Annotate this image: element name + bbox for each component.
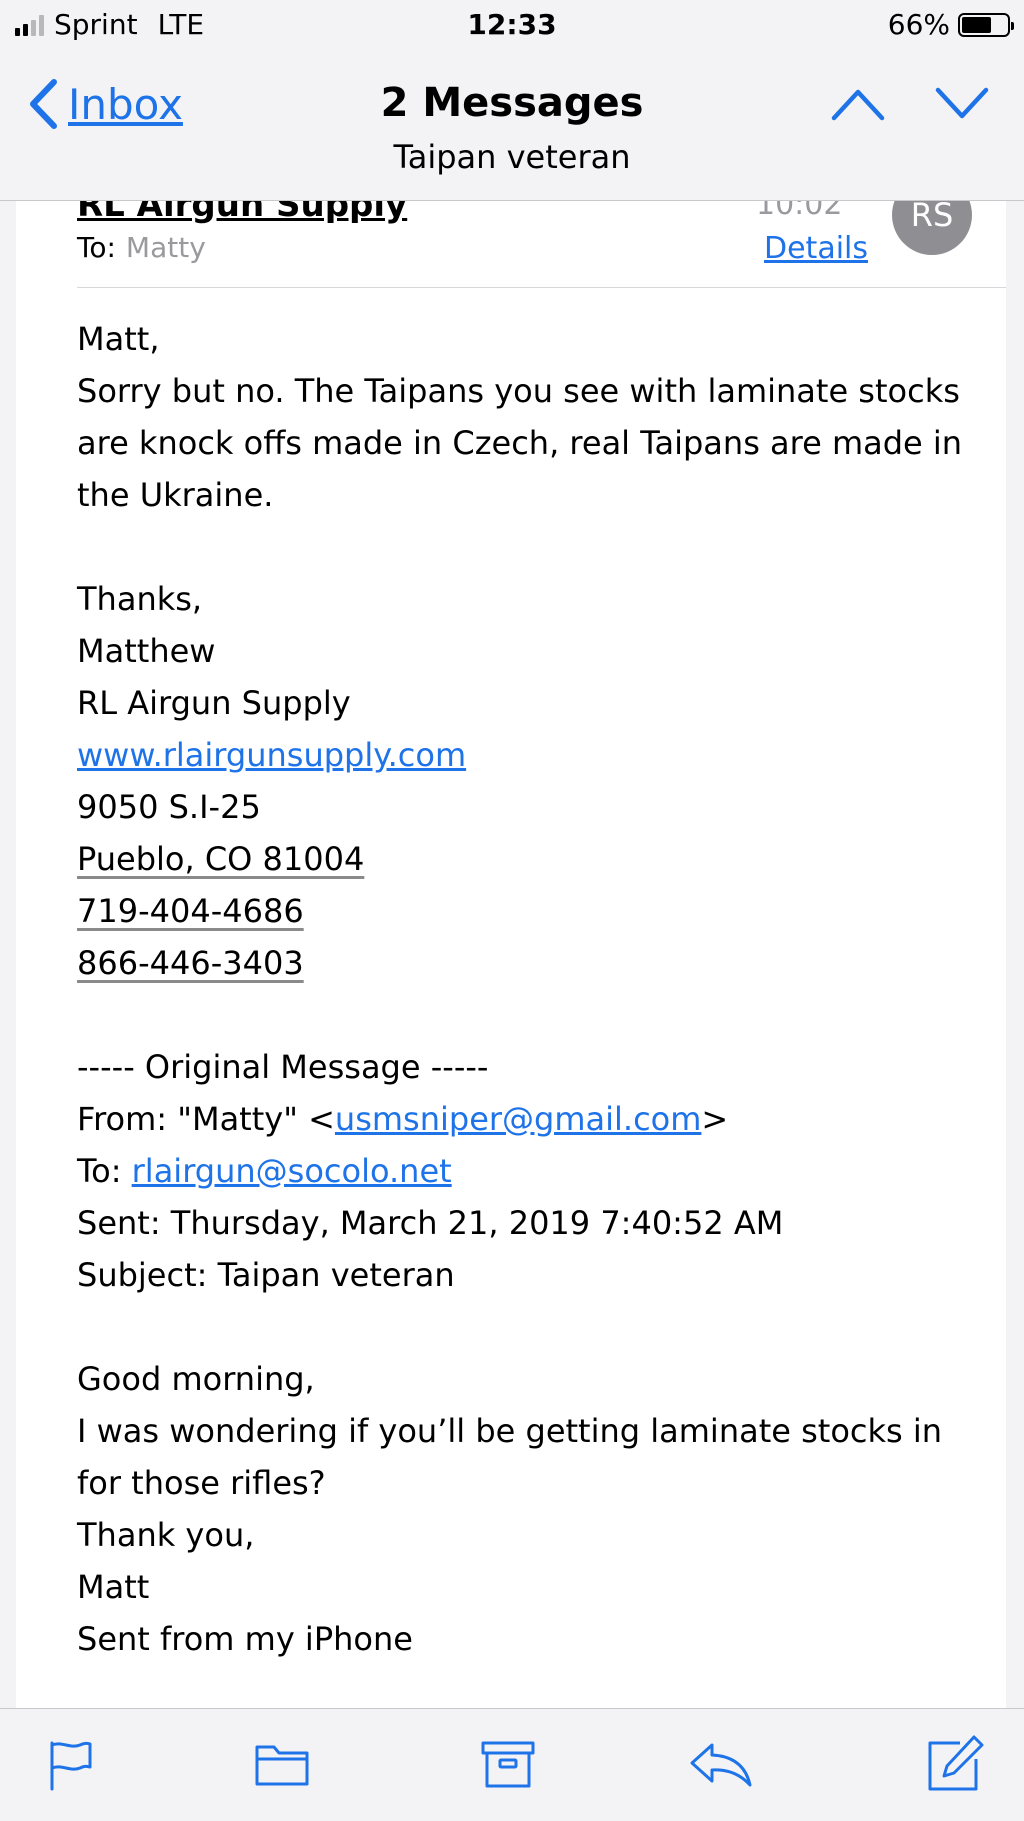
signature-company: RL Airgun Supply <box>77 684 351 722</box>
avatar[interactable]: RS <box>892 201 972 255</box>
from-email-link[interactable]: usmsniper@gmail.com <box>335 1100 702 1138</box>
to-prefix: To: <box>77 1152 132 1190</box>
status-bar: Sprint LTE 12:33 66% <box>0 0 1024 52</box>
status-right: 66% <box>887 8 1014 41</box>
message-time: 10:02 <box>756 201 843 222</box>
recipient-name[interactable]: Matty <box>126 231 206 264</box>
from-prefix: From: "Matty" < <box>77 1100 335 1138</box>
original-footer: Sent from my iPhone <box>77 1620 413 1658</box>
original-to-line: To: rlairgun@socolo.net <box>77 1145 967 1197</box>
message-card: RL Airgun Supply 10:02 RS To: Matty Detai… <box>16 201 1006 1708</box>
details-link[interactable]: Details <box>764 231 868 266</box>
original-paragraph: I was wondering if you’ll be getting lam… <box>77 1412 943 1502</box>
original-from-line: From: "Matty" <usmsniper@gmail.com> <box>77 1093 967 1145</box>
battery-fill <box>962 16 992 33</box>
reply-button[interactable] <box>688 1739 754 1793</box>
archive-icon <box>481 1741 535 1788</box>
phone-link-2[interactable]: 866-446-3403 <box>77 944 304 982</box>
thread-subject: Taipan veteran <box>393 138 631 176</box>
message-navigation <box>830 84 990 128</box>
original-greeting: Good morning, <box>77 1360 315 1398</box>
reply-icon <box>690 1743 752 1787</box>
recipient-row: To: Matty <box>77 231 206 264</box>
address-city-link[interactable]: Pueblo, CO 81004 <box>77 840 364 878</box>
to-label: To: <box>77 231 116 264</box>
phone-link-1[interactable]: 719-404-4686 <box>77 892 304 930</box>
nav-bar: Inbox 2 Messages Taipan veteran <box>0 52 1024 201</box>
original-closing: Thank you, <box>77 1516 255 1554</box>
from-suffix: > <box>701 1100 729 1138</box>
original-message-header: ----- Original Message ----- <box>77 1048 489 1086</box>
move-to-folder-button[interactable] <box>254 1739 310 1791</box>
sender-name[interactable]: RL Airgun Supply <box>77 201 407 225</box>
signature-closing: Thanks, <box>77 580 203 618</box>
original-name: Matt <box>77 1568 150 1606</box>
chevron-up-icon <box>831 89 885 121</box>
greeting: Matt, <box>77 320 160 358</box>
flag-icon <box>50 1741 92 1791</box>
reply-paragraph: Sorry but no. The Taipans you see with l… <box>77 372 963 514</box>
compose-button[interactable] <box>924 1733 986 1799</box>
website-link[interactable]: www.rlairgunsupply.com <box>77 736 466 774</box>
bottom-toolbar <box>0 1708 1024 1821</box>
original-sent-line: Sent: Thursday, March 21, 2019 7:40:52 A… <box>77 1204 784 1242</box>
battery-icon <box>958 12 1014 37</box>
original-subject-line: Subject: Taipan veteran <box>77 1256 455 1294</box>
chevron-down-icon <box>935 87 989 119</box>
next-message-button[interactable] <box>934 84 990 128</box>
battery-percent: 66% <box>887 8 950 41</box>
signature-name: Matthew <box>77 632 216 670</box>
flag-button[interactable] <box>46 1739 94 1795</box>
address-street: 9050 S.I-25 <box>77 788 261 826</box>
to-email-link[interactable]: rlairgun@socolo.net <box>132 1152 452 1190</box>
header-divider <box>77 287 1006 288</box>
archive-button[interactable] <box>480 1739 536 1793</box>
previous-message-button[interactable] <box>830 84 886 128</box>
message-body: Matt, Sorry but no. The Taipans you see … <box>77 313 967 1665</box>
folder-icon <box>255 1745 309 1786</box>
status-time: 12:33 <box>467 8 557 41</box>
compose-icon <box>928 1735 984 1791</box>
